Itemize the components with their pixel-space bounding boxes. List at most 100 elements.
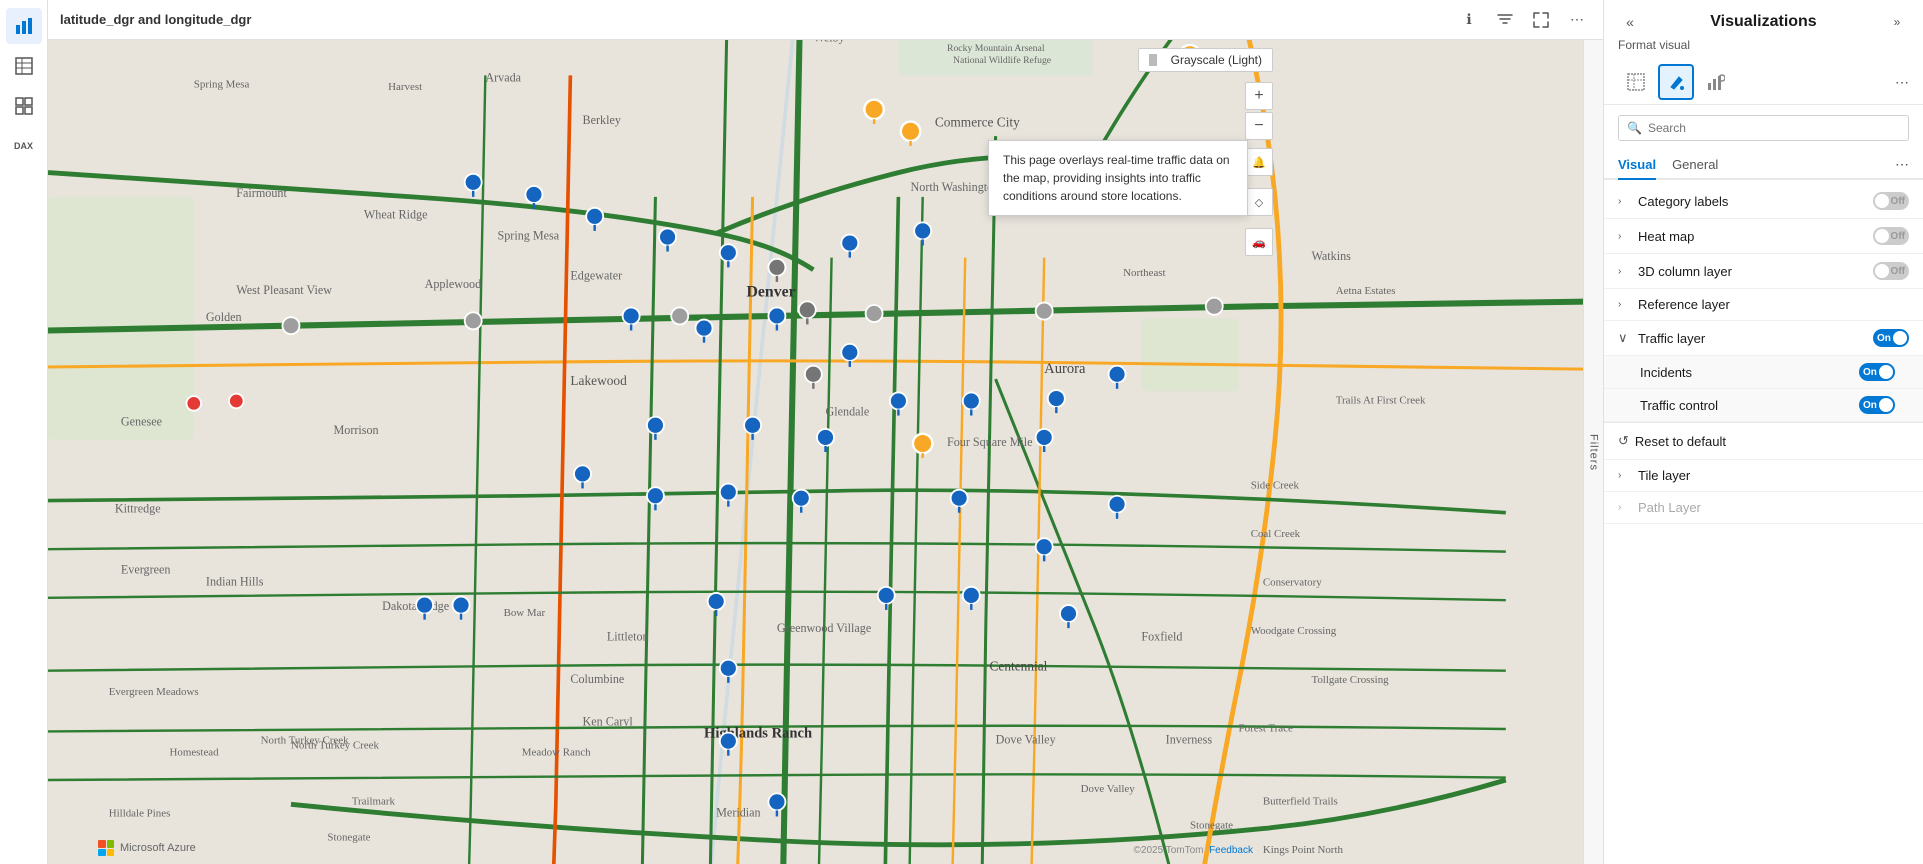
svg-text:Conservatory: Conservatory xyxy=(1263,577,1322,589)
section-3d-column-layer[interactable]: › 3D column layer Off xyxy=(1604,254,1923,289)
svg-text:Hilldale Pines: Hilldale Pines xyxy=(109,807,171,819)
format-tab-grid[interactable] xyxy=(1618,64,1654,100)
toggle-3d-column-layer[interactable]: Off xyxy=(1873,262,1909,280)
tooltip-text: This page overlays real-time traffic dat… xyxy=(1003,153,1230,203)
map-copyright: ©2025 TomTom Feedback xyxy=(1134,845,1253,856)
reset-icon: ↺ xyxy=(1618,433,1629,449)
filter-button[interactable] xyxy=(1491,6,1519,34)
svg-text:Trailmark: Trailmark xyxy=(352,795,396,807)
toggle-traffic-control[interactable]: On xyxy=(1859,396,1895,414)
tab-visual[interactable]: Visual xyxy=(1618,151,1656,180)
svg-text:Commerce City: Commerce City xyxy=(935,114,1020,129)
page-title: latitude_dgr and longitude_dgr xyxy=(60,12,251,27)
speaker-button[interactable]: 🔔 xyxy=(1245,148,1273,176)
svg-text:Rocky Mountain Arsenal: Rocky Mountain Arsenal xyxy=(947,43,1045,54)
svg-text:Four Square Mile: Four Square Mile xyxy=(947,435,1033,449)
svg-text:Aurora: Aurora xyxy=(1044,361,1086,377)
svg-text:Fairmount: Fairmount xyxy=(236,186,287,200)
info-button[interactable]: ℹ xyxy=(1455,6,1483,34)
chevron-tile-layer: › xyxy=(1618,470,1630,481)
toggle-incidents[interactable]: On xyxy=(1859,363,1895,381)
sidebar-icon-bar-chart[interactable] xyxy=(6,8,42,44)
format-tabs: ⋯ xyxy=(1604,60,1923,105)
section-heat-map[interactable]: › Heat map Off xyxy=(1604,219,1923,254)
panel-title: Visualizations xyxy=(1710,13,1816,31)
panel-expand-button[interactable]: » xyxy=(1885,10,1909,34)
sidebar-icon-table[interactable] xyxy=(6,48,42,84)
svg-text:North Turkey Creek: North Turkey Creek xyxy=(261,735,350,747)
feedback-link[interactable]: Feedback xyxy=(1209,845,1253,856)
svg-text:Genesee: Genesee xyxy=(121,414,162,428)
label-category-labels: Category labels xyxy=(1638,194,1873,209)
more-button[interactable]: ⋯ xyxy=(1563,6,1591,34)
svg-text:North Washington: North Washington xyxy=(911,180,1000,194)
location-button[interactable]: ◇ xyxy=(1245,188,1273,216)
zoom-out-button[interactable]: − xyxy=(1245,112,1273,140)
chevron-heat-map: › xyxy=(1618,231,1630,242)
format-tab-chart[interactable] xyxy=(1698,64,1734,100)
svg-text:Welby: Welby xyxy=(813,40,845,44)
traffic-sub-incidents: Incidents On xyxy=(1604,356,1923,389)
svg-text:Northeast: Northeast xyxy=(1123,267,1165,279)
svg-text:Homestead: Homestead xyxy=(169,747,219,759)
expand-button[interactable] xyxy=(1527,6,1555,34)
tab-general[interactable]: General xyxy=(1672,151,1718,180)
top-bar: latitude_dgr and longitude_dgr ℹ ⋯ xyxy=(48,0,1603,40)
svg-text:Watkins: Watkins xyxy=(1311,249,1351,263)
svg-text:Coal Creek: Coal Creek xyxy=(1251,528,1301,540)
svg-text:Kings Point North: Kings Point North xyxy=(1263,844,1344,856)
filters-label: Filters xyxy=(1588,434,1600,471)
svg-text:Aetna Estates: Aetna Estates xyxy=(1336,285,1396,297)
svg-text:Golden: Golden xyxy=(206,310,242,324)
svg-text:Inverness: Inverness xyxy=(1166,733,1213,747)
car-button[interactable]: 🚗 xyxy=(1245,228,1273,256)
sidebar-icon-matrix[interactable] xyxy=(6,88,42,124)
panel-collapse-button[interactable]: « xyxy=(1618,10,1642,34)
format-tab-paint[interactable] xyxy=(1658,64,1694,100)
grayscale-button[interactable]: Grayscale (Light) xyxy=(1138,48,1273,72)
svg-text:Lakewood: Lakewood xyxy=(570,373,627,388)
section-category-labels[interactable]: › Category labels Off xyxy=(1604,184,1923,219)
section-path-layer[interactable]: › Path Layer xyxy=(1604,492,1923,524)
map-watermark: Microsoft Azure xyxy=(98,840,196,856)
filters-tab[interactable]: Filters xyxy=(1583,40,1603,864)
svg-text:Kittredge: Kittredge xyxy=(115,502,161,516)
svg-text:Trails At First Creek: Trails At First Creek xyxy=(1336,394,1426,406)
reset-to-default-row[interactable]: ↺ Reset to default xyxy=(1604,423,1923,460)
section-reference-layer[interactable]: › Reference layer xyxy=(1604,289,1923,321)
section-tile-layer[interactable]: › Tile layer xyxy=(1604,460,1923,492)
format-tab-more-button[interactable]: ⋯ xyxy=(1895,74,1909,91)
panel-header: « Visualizations » xyxy=(1604,0,1923,34)
svg-text:Meadow Ranch: Meadow Ranch xyxy=(522,747,591,759)
label-path-layer: Path Layer xyxy=(1638,500,1909,515)
svg-text:Forest Trace: Forest Trace xyxy=(1239,722,1293,734)
traffic-sub-traffic-control: Traffic control On xyxy=(1604,389,1923,422)
sidebar-icon-dax[interactable]: DAX xyxy=(6,128,42,164)
label-tile-layer: Tile layer xyxy=(1638,468,1909,483)
svg-text:Littleton: Littleton xyxy=(607,629,649,643)
section-traffic-layer[interactable]: ∨ Traffic layer On xyxy=(1604,321,1923,356)
vis-tab-more-button[interactable]: ⋯ xyxy=(1895,156,1909,173)
left-sidebar: DAX xyxy=(0,0,48,864)
chevron-reference-layer: › xyxy=(1618,299,1630,310)
svg-text:Greenwood Village: Greenwood Village xyxy=(777,621,871,635)
search-input[interactable] xyxy=(1648,121,1900,135)
panel-content: › Category labels Off › Heat map Off › 3… xyxy=(1604,180,1923,864)
svg-text:Stonegate: Stonegate xyxy=(327,832,370,844)
grayscale-label: Grayscale (Light) xyxy=(1171,53,1262,67)
toggle-heat-map[interactable]: Off xyxy=(1873,227,1909,245)
toggle-traffic-layer[interactable]: On xyxy=(1873,329,1909,347)
toggle-category-labels[interactable]: Off xyxy=(1873,192,1909,210)
label-3d-column-layer: 3D column layer xyxy=(1638,264,1873,279)
zoom-in-button[interactable]: + xyxy=(1245,82,1273,110)
svg-text:Indian Hills: Indian Hills xyxy=(206,575,264,589)
svg-text:Morrison: Morrison xyxy=(333,423,378,437)
chevron-category-labels: › xyxy=(1618,196,1630,207)
svg-text:Edgewater: Edgewater xyxy=(570,268,622,282)
svg-text:Side Creek: Side Creek xyxy=(1251,479,1300,491)
vis-tabs: Visual General ⋯ xyxy=(1604,151,1923,180)
svg-text:Foxfield: Foxfield xyxy=(1141,629,1182,643)
svg-text:Tollgate Crossing: Tollgate Crossing xyxy=(1311,674,1389,686)
svg-text:Bow Mar: Bow Mar xyxy=(504,607,546,619)
chevron-3d-column-layer: › xyxy=(1618,266,1630,277)
